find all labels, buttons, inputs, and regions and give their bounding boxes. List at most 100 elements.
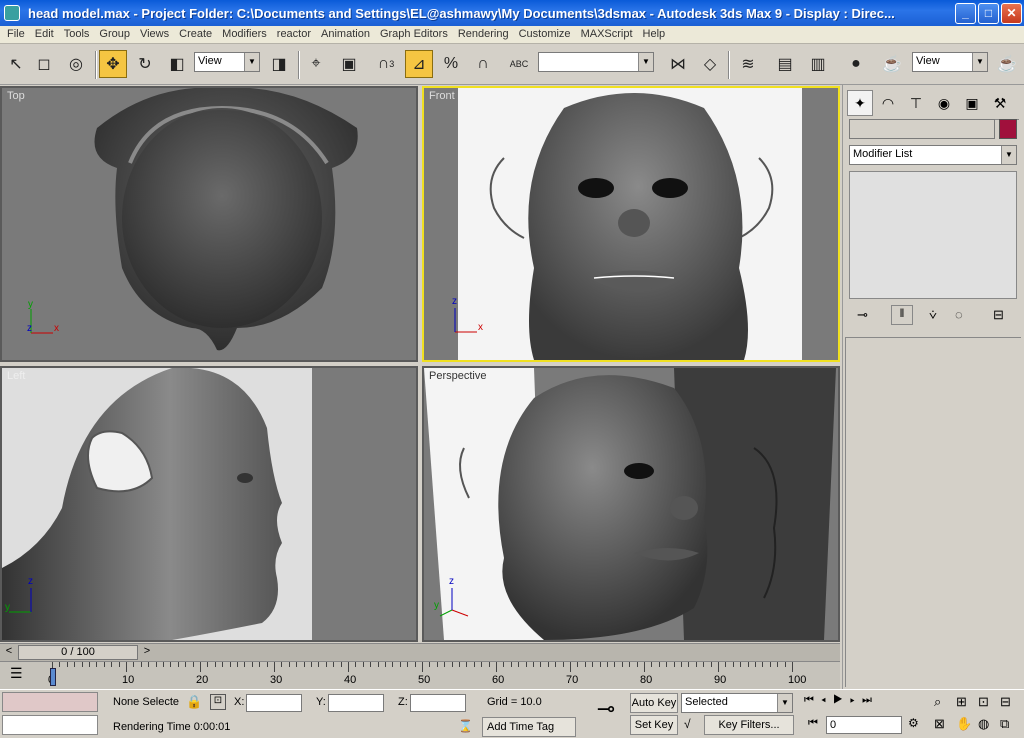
display-tab-icon[interactable]: ▣ [959, 90, 985, 116]
minimize-button[interactable]: _ [955, 3, 976, 24]
mirror-icon[interactable]: ⋈ [664, 50, 692, 78]
hierarchy-tab-icon[interactable]: ⊤ [903, 90, 929, 116]
arc-rotate-icon[interactable]: ◍ [978, 716, 989, 732]
menu-maxscript[interactable]: MAXScript [576, 26, 638, 42]
edit-named-selection-icon[interactable]: ABC [505, 50, 533, 78]
maximize-viewport-icon[interactable]: ⧉ [1000, 716, 1009, 732]
next-key-icon[interactable]: ▸ [850, 694, 857, 706]
key-icon[interactable]: ⊸ [586, 696, 626, 736]
time-configuration-icon[interactable]: ⚙ [908, 716, 919, 730]
manipulate-icon[interactable]: ⌖ [302, 50, 330, 78]
app-icon[interactable] [4, 5, 20, 21]
make-unique-icon[interactable]: ⩒ [929, 307, 937, 323]
viewport-front[interactable]: Front z x [422, 86, 840, 362]
absolute-mode-icon[interactable]: ⊡ [210, 694, 226, 710]
angle-snap-icon[interactable]: ⊿ [405, 50, 433, 78]
pin-stack-icon[interactable]: ⊸ [857, 307, 868, 323]
menu-help[interactable]: Help [638, 26, 671, 42]
configure-modifier-sets-icon[interactable]: ⊟ [993, 307, 1004, 323]
chevron-down-icon[interactable]: ▼ [638, 53, 653, 71]
show-end-result-icon[interactable]: ‖ [891, 305, 913, 325]
key-selection-select[interactable]: Selected ▼ [681, 693, 793, 713]
current-frame-field[interactable]: 0 [826, 716, 902, 734]
default-tangent-icon[interactable]: √ [684, 717, 691, 731]
chevron-down-icon[interactable]: ▼ [777, 694, 792, 712]
lasso-select-icon[interactable]: ◎ [62, 50, 90, 78]
menu-reactor[interactable]: reactor [272, 26, 316, 42]
go-to-start-icon[interactable]: ⏮ [804, 694, 816, 706]
scale-icon[interactable]: ◧ [163, 50, 191, 78]
mini-curve-editor-icon[interactable]: ☰ [10, 665, 32, 685]
auto-key-button[interactable]: Auto Key [630, 693, 678, 713]
remove-modifier-icon[interactable]: ◌ [955, 307, 963, 322]
track-bar[interactable]: ☰ 0 10 20 30 40 50 60 70 80 90 100 [0, 661, 840, 689]
chevron-down-icon[interactable]: ▼ [972, 53, 987, 71]
modifier-list-select[interactable]: Modifier List ▼ [849, 145, 1017, 165]
curve-editor-icon[interactable]: ▤ [771, 50, 799, 78]
add-time-tag-button[interactable]: Add Time Tag [482, 717, 576, 737]
next-frame-button[interactable]: > [140, 645, 154, 660]
object-color-swatch[interactable] [999, 119, 1017, 139]
quick-render-icon[interactable]: ☕ [993, 50, 1021, 78]
reference-coordinate-select[interactable]: View ▼ [194, 52, 260, 72]
viewport-label-left[interactable]: Left [7, 370, 25, 382]
maxscript-listener-top[interactable] [2, 692, 98, 712]
align-icon[interactable]: ◇ [696, 50, 724, 78]
current-frame-marker[interactable] [50, 668, 56, 686]
y-coordinate-field[interactable] [328, 694, 384, 712]
menu-views[interactable]: Views [135, 26, 174, 42]
utilities-tab-icon[interactable]: ⚒ [987, 90, 1013, 116]
object-name-field[interactable] [849, 119, 995, 139]
viewport-label-front[interactable]: Front [429, 90, 455, 102]
viewport-left[interactable]: Left z y [0, 366, 418, 642]
zoom-all-icon[interactable]: ⊞ [956, 694, 967, 710]
create-tab-icon[interactable]: ✦ [847, 90, 873, 116]
menu-create[interactable]: Create [174, 26, 217, 42]
lock-icon[interactable]: 🔒 [186, 694, 202, 710]
maxscript-listener-bottom[interactable] [2, 715, 98, 735]
keyboard-shortcut-icon[interactable]: ▣ [335, 50, 363, 78]
key-filters-button[interactable]: Key Filters... [704, 715, 794, 735]
select-icon[interactable]: ↖ [2, 50, 30, 78]
previous-frame-button[interactable]: < [2, 645, 16, 660]
region-select-icon[interactable]: ◻ [30, 50, 58, 78]
key-mode-icon[interactable]: ⏮ [808, 717, 818, 730]
viewport-label-perspective[interactable]: Perspective [429, 370, 486, 382]
viewport-top[interactable]: Top y z x [0, 86, 418, 362]
motion-tab-icon[interactable]: ◉ [931, 90, 957, 116]
menu-modifiers[interactable]: Modifiers [217, 26, 272, 42]
layer-manager-icon[interactable]: ≋ [734, 50, 762, 78]
modify-tab-icon[interactable]: ◠ [875, 90, 901, 116]
go-to-end-icon[interactable]: ⏭ [862, 694, 874, 706]
render-type-select[interactable]: View ▼ [912, 52, 988, 72]
menu-graph-editors[interactable]: Graph Editors [375, 26, 453, 42]
set-key-button[interactable]: Set Key [630, 715, 678, 735]
chevron-down-icon[interactable]: ▼ [1001, 146, 1016, 164]
pan-icon[interactable]: ✋ [956, 716, 972, 732]
snap-toggle-icon[interactable]: ∩ 3 [372, 50, 400, 78]
modifier-stack[interactable] [849, 171, 1017, 299]
spinner-snap-icon[interactable]: ∩ [469, 50, 497, 78]
schematic-view-icon[interactable]: ▥ [804, 50, 832, 78]
menu-animation[interactable]: Animation [316, 26, 375, 42]
z-coordinate-field[interactable] [410, 694, 466, 712]
menu-rendering[interactable]: Rendering [453, 26, 514, 42]
move-icon[interactable]: ✥ [99, 50, 127, 78]
named-selection-set-select[interactable]: ▼ [538, 52, 654, 72]
render-scene-icon[interactable]: ☕ [878, 50, 906, 78]
time-tag-icon[interactable]: ⌛ [458, 719, 473, 733]
zoom-extents-all-icon[interactable]: ⊟ [1000, 694, 1011, 710]
play-icon[interactable]: ▶ [833, 694, 845, 706]
zoom-extents-icon[interactable]: ⊡ [978, 694, 989, 710]
region-zoom-icon[interactable]: ⊠ [934, 716, 945, 732]
menu-customize[interactable]: Customize [514, 26, 576, 42]
menu-group[interactable]: Group [94, 26, 135, 42]
menu-tools[interactable]: Tools [59, 26, 95, 42]
material-editor-icon[interactable]: ● [842, 50, 870, 78]
percent-snap-icon[interactable]: % [437, 50, 465, 78]
viewport-perspective[interactable]: Perspective z y [422, 366, 840, 642]
menu-file[interactable]: File [2, 26, 30, 42]
chevron-down-icon[interactable]: ▼ [244, 53, 259, 71]
x-coordinate-field[interactable] [246, 694, 302, 712]
viewport-label-top[interactable]: Top [7, 90, 25, 102]
